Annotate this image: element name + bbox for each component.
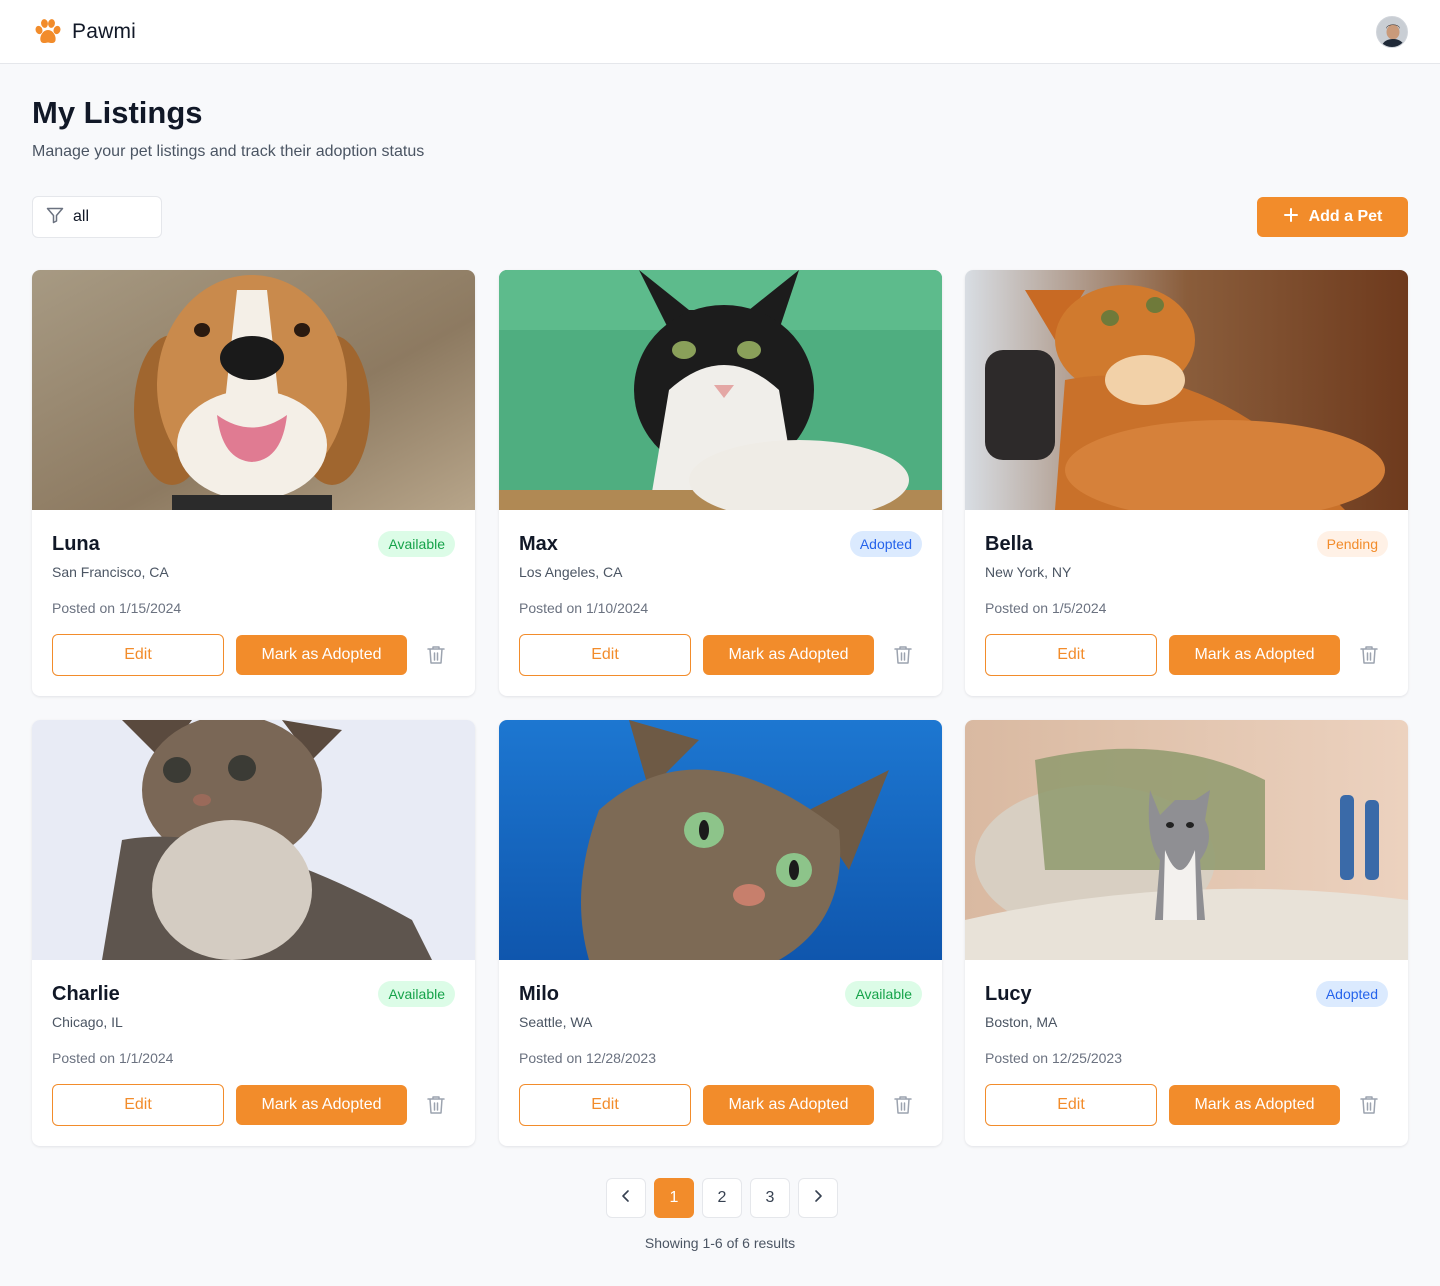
mark-as-adopted-button[interactable]: Mark as Adopted xyxy=(1169,635,1340,675)
edit-button[interactable]: Edit xyxy=(52,634,224,676)
edit-button[interactable]: Edit xyxy=(985,1084,1157,1126)
posted-date: Posted on 1/10/2024 xyxy=(519,600,649,616)
pet-name: Lucy xyxy=(985,983,1032,1005)
trash-icon[interactable] xyxy=(424,1093,448,1117)
pet-card: Bella Pending New York, NY Posted on 1/5… xyxy=(965,270,1408,696)
pet-name: Milo xyxy=(519,983,559,1005)
page-button-2[interactable]: 2 xyxy=(702,1178,742,1218)
edit-button[interactable]: Edit xyxy=(519,1084,691,1126)
pet-photo[interactable] xyxy=(965,270,1408,510)
pet-card: Max Adopted Los Angeles, CA Posted on 1/… xyxy=(499,270,942,696)
paw-icon xyxy=(32,16,64,48)
pet-card: Charlie Available Chicago, IL Posted on … xyxy=(32,720,475,1146)
pet-card: Luna Available San Francisco, CA Posted … xyxy=(32,270,475,696)
pet-location: Chicago, IL xyxy=(52,1014,123,1030)
posted-date: Posted on 1/15/2024 xyxy=(52,600,182,616)
trash-icon[interactable] xyxy=(1357,1093,1381,1117)
plus-icon xyxy=(1283,207,1299,228)
results-summary: Showing 1-6 of 6 results xyxy=(644,1235,796,1251)
status-badge: Adopted xyxy=(849,531,922,557)
pagination: 1 2 3 xyxy=(606,1178,838,1218)
filter-icon xyxy=(45,205,65,230)
posted-date: Posted on 1/1/2024 xyxy=(52,1050,174,1066)
edit-button[interactable]: Edit xyxy=(985,634,1157,676)
add-pet-label: Add a Pet xyxy=(1308,208,1383,225)
edit-button[interactable]: Edit xyxy=(52,1084,224,1126)
chevron-left-icon xyxy=(618,1188,634,1209)
trash-icon[interactable] xyxy=(424,643,448,667)
mark-as-adopted-button[interactable]: Mark as Adopted xyxy=(703,1085,874,1125)
posted-date: Posted on 12/25/2023 xyxy=(985,1050,1123,1066)
pet-photo[interactable] xyxy=(32,720,475,960)
pet-location: Boston, MA xyxy=(985,1014,1058,1030)
top-navigation-bar: Pawmi xyxy=(0,0,1440,64)
user-avatar-image xyxy=(1377,17,1407,47)
next-page-button[interactable] xyxy=(798,1178,838,1218)
page-title: My Listings xyxy=(32,95,203,130)
posted-date: Posted on 12/28/2023 xyxy=(519,1050,657,1066)
add-pet-button[interactable]: Add a Pet xyxy=(1257,197,1408,237)
pet-card: Milo Available Seattle, WA Posted on 12/… xyxy=(499,720,942,1146)
pet-photo[interactable] xyxy=(32,270,475,510)
pet-location: Los Angeles, CA xyxy=(519,564,623,580)
pet-name: Luna xyxy=(52,533,100,555)
edit-button[interactable]: Edit xyxy=(519,634,691,676)
pet-name: Charlie xyxy=(52,983,120,1005)
brand-logo[interactable]: Pawmi xyxy=(32,16,136,48)
trash-icon[interactable] xyxy=(891,1093,915,1117)
status-filter-select[interactable]: all xyxy=(32,196,162,238)
pet-name: Max xyxy=(519,533,558,555)
pet-photo[interactable] xyxy=(499,270,942,510)
filter-value: all xyxy=(73,208,90,225)
previous-page-button[interactable] xyxy=(606,1178,646,1218)
avatar[interactable] xyxy=(1376,16,1408,48)
app-name: Pawmi xyxy=(72,20,137,43)
trash-icon[interactable] xyxy=(1357,643,1381,667)
page-button-3[interactable]: 3 xyxy=(750,1178,790,1218)
pet-location: San Francisco, CA xyxy=(52,564,169,580)
chevron-right-icon xyxy=(810,1188,826,1209)
mark-as-adopted-button[interactable]: Mark as Adopted xyxy=(1169,1085,1340,1125)
pet-location: New York, NY xyxy=(985,564,1072,580)
mark-as-adopted-button[interactable]: Mark as Adopted xyxy=(236,635,407,675)
status-badge: Available xyxy=(378,531,455,557)
pet-photo[interactable] xyxy=(965,720,1408,960)
mark-as-adopted-button[interactable]: Mark as Adopted xyxy=(703,635,874,675)
status-badge: Pending xyxy=(1316,531,1388,557)
status-badge: Adopted xyxy=(1315,981,1388,1007)
page-button-1[interactable]: 1 xyxy=(654,1178,694,1218)
pet-location: Seattle, WA xyxy=(519,1014,593,1030)
pet-photo[interactable] xyxy=(499,720,942,960)
pet-name: Bella xyxy=(985,533,1033,555)
status-badge: Available xyxy=(378,981,455,1007)
trash-icon[interactable] xyxy=(891,643,915,667)
posted-date: Posted on 1/5/2024 xyxy=(985,600,1107,616)
status-badge: Available xyxy=(845,981,922,1007)
page-subtitle: Manage your pet listings and track their… xyxy=(32,143,425,160)
mark-as-adopted-button[interactable]: Mark as Adopted xyxy=(236,1085,407,1125)
pet-card: Lucy Adopted Boston, MA Posted on 12/25/… xyxy=(965,720,1408,1146)
